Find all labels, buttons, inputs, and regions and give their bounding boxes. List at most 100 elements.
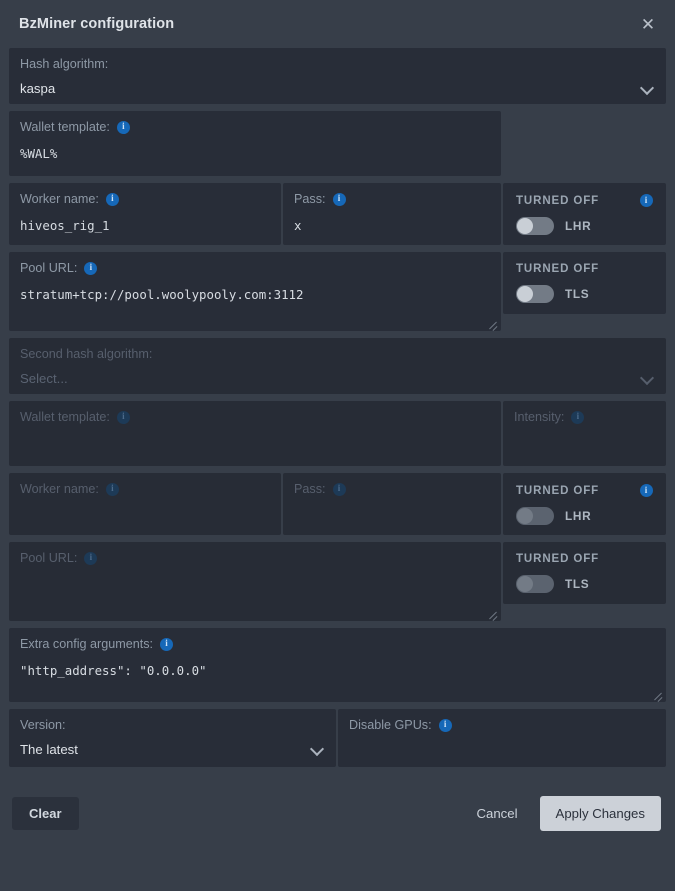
info-icon[interactable]: i: [640, 194, 653, 207]
chevron-down-icon[interactable]: [311, 742, 325, 756]
disable-gpus-field[interactable]: Disable GPUs: i: [338, 709, 666, 767]
resize-handle-icon[interactable]: [652, 688, 664, 700]
chevron-down-icon[interactable]: [641, 81, 655, 95]
second-pool-url-field[interactable]: Pool URL: i: [9, 542, 501, 621]
resize-handle-icon[interactable]: [487, 317, 499, 329]
dialog-footer: Clear Cancel Apply Changes: [0, 774, 675, 831]
hash-algorithm-value: kaspa: [20, 81, 55, 96]
info-icon[interactable]: i: [439, 719, 452, 732]
bzminer-configuration-dialog: BzMiner configuration ✕ Hash algorithm: …: [0, 0, 675, 891]
row-second-pool-url-tls: Pool URL: i TURNED OFF TLS: [9, 542, 666, 621]
info-icon[interactable]: i: [333, 483, 346, 496]
close-icon[interactable]: ✕: [635, 11, 661, 37]
row-pool-url-tls: Pool URL: i stratum+tcp://pool.woolypool…: [9, 252, 666, 331]
info-icon[interactable]: i: [106, 193, 119, 206]
lhr-toggle-switch[interactable]: [516, 217, 554, 235]
wallet-template-value: %WAL%: [20, 147, 490, 162]
second-pool-url-label-text: Pool URL:: [20, 552, 77, 566]
wallet-template-field[interactable]: Wallet template: i %WAL%: [9, 111, 501, 176]
row-version-disable-gpus: Version: The latest Disable GPUs: i: [9, 709, 666, 767]
pass-value: x: [294, 219, 490, 234]
second-hash-algorithm-control[interactable]: Select...: [20, 371, 655, 386]
row-second-worker-pass-lhr: Worker name: i Pass: i TURNED OFF i: [9, 473, 666, 535]
pool-url-field[interactable]: Pool URL: i stratum+tcp://pool.woolypool…: [9, 252, 501, 331]
resize-handle-icon[interactable]: [487, 607, 499, 619]
tls-toggle-cell: TURNED OFF TLS: [503, 252, 666, 314]
second-tls-toggle-label: TLS: [565, 577, 589, 591]
hash-algorithm-label: Hash algorithm:: [20, 58, 655, 72]
second-wallet-template-label: Wallet template: i: [20, 411, 490, 425]
dialog-title: BzMiner configuration: [19, 16, 174, 32]
info-icon[interactable]: i: [640, 484, 653, 497]
lhr-toggle-status: TURNED OFF: [516, 195, 599, 207]
second-tls-toggle-status: TURNED OFF: [516, 553, 599, 565]
info-icon[interactable]: i: [117, 411, 130, 424]
tls-toggle-switch[interactable]: [516, 285, 554, 303]
pass-label: Pass: i: [294, 193, 490, 207]
extra-config-field[interactable]: Extra config arguments: i "http_address"…: [9, 628, 666, 702]
info-icon[interactable]: i: [84, 552, 97, 565]
row-second-hash-algorithm: Second hash algorithm: Select...: [9, 338, 666, 394]
second-wallet-template-field[interactable]: Wallet template: i: [9, 401, 501, 466]
second-lhr-toggle-cell: TURNED OFF i LHR: [503, 473, 666, 535]
second-lhr-toggle-label: LHR: [565, 509, 591, 523]
second-lhr-toggle-status-row: TURNED OFF i: [516, 484, 653, 497]
pass-field[interactable]: Pass: i x: [283, 183, 501, 245]
intensity-label: Intensity: i: [514, 411, 655, 425]
second-lhr-toggle-switch[interactable]: [516, 507, 554, 525]
second-tls-toggle-cell: TURNED OFF TLS: [503, 542, 666, 604]
second-hash-algorithm-placeholder: Select...: [20, 371, 68, 386]
extra-config-label: Extra config arguments: i: [20, 638, 655, 652]
intensity-field[interactable]: Intensity: i: [503, 401, 666, 466]
version-control[interactable]: The latest: [20, 742, 325, 757]
tls-toggle-row: TLS: [516, 285, 653, 303]
second-pool-url-label: Pool URL: i: [20, 552, 490, 566]
lhr-toggle-cell: TURNED OFF i LHR: [503, 183, 666, 245]
second-worker-name-field[interactable]: Worker name: i: [9, 473, 281, 535]
tls-toggle-status-row: TURNED OFF: [516, 263, 653, 275]
version-label: Version:: [20, 719, 325, 733]
row-extra-config: Extra config arguments: i "http_address"…: [9, 628, 666, 702]
chevron-down-icon[interactable]: [641, 371, 655, 385]
dialog-titlebar: BzMiner configuration ✕: [0, 0, 675, 48]
second-hash-algorithm-select[interactable]: Second hash algorithm: Select...: [9, 338, 666, 394]
extra-config-value: "http_address": "0.0.0.0": [20, 664, 655, 679]
dialog-body: Hash algorithm: kaspa Wallet template: i…: [0, 48, 675, 767]
hash-algorithm-control[interactable]: kaspa: [20, 81, 655, 96]
row-second-wallet-intensity: Wallet template: i Intensity: i: [9, 401, 666, 466]
pass-label-text: Pass:: [294, 193, 326, 207]
info-icon[interactable]: i: [84, 262, 97, 275]
clear-button[interactable]: Clear: [12, 797, 79, 830]
lhr-toggle-row: LHR: [516, 217, 653, 235]
worker-name-field[interactable]: Worker name: i hiveos_rig_1: [9, 183, 281, 245]
info-icon[interactable]: i: [117, 121, 130, 134]
second-pass-label-text: Pass:: [294, 483, 326, 497]
second-worker-name-label-text: Worker name:: [20, 483, 99, 497]
tls-toggle-status: TURNED OFF: [516, 263, 599, 275]
pool-url-value: stratum+tcp://pool.woolypooly.com:3112: [20, 288, 490, 303]
worker-name-label-text: Worker name:: [20, 193, 99, 207]
info-icon[interactable]: i: [571, 411, 584, 424]
version-value: The latest: [20, 742, 78, 757]
info-icon[interactable]: i: [333, 193, 346, 206]
second-tls-toggle-row: TLS: [516, 575, 653, 593]
version-select[interactable]: Version: The latest: [9, 709, 336, 767]
second-pass-field[interactable]: Pass: i: [283, 473, 501, 535]
apply-changes-button[interactable]: Apply Changes: [540, 796, 661, 831]
intensity-label-text: Intensity:: [514, 411, 564, 425]
row-wallet-template: Wallet template: i %WAL%: [9, 111, 666, 176]
info-icon[interactable]: i: [106, 483, 119, 496]
pool-url-label: Pool URL: i: [20, 262, 490, 276]
worker-name-label: Worker name: i: [20, 193, 270, 207]
wallet-template-label-text: Wallet template:: [20, 121, 110, 135]
row-worker-pass-lhr: Worker name: i hiveos_rig_1 Pass: i x TU…: [9, 183, 666, 245]
lhr-toggle-status-row: TURNED OFF i: [516, 194, 653, 207]
info-icon[interactable]: i: [160, 638, 173, 651]
cancel-button[interactable]: Cancel: [466, 797, 527, 830]
hash-algorithm-select[interactable]: Hash algorithm: kaspa: [9, 48, 666, 104]
lhr-toggle-label: LHR: [565, 219, 591, 233]
wallet-template-label: Wallet template: i: [20, 121, 490, 135]
second-pass-label: Pass: i: [294, 483, 490, 497]
second-tls-toggle-switch[interactable]: [516, 575, 554, 593]
pool-url-label-text: Pool URL:: [20, 262, 77, 276]
